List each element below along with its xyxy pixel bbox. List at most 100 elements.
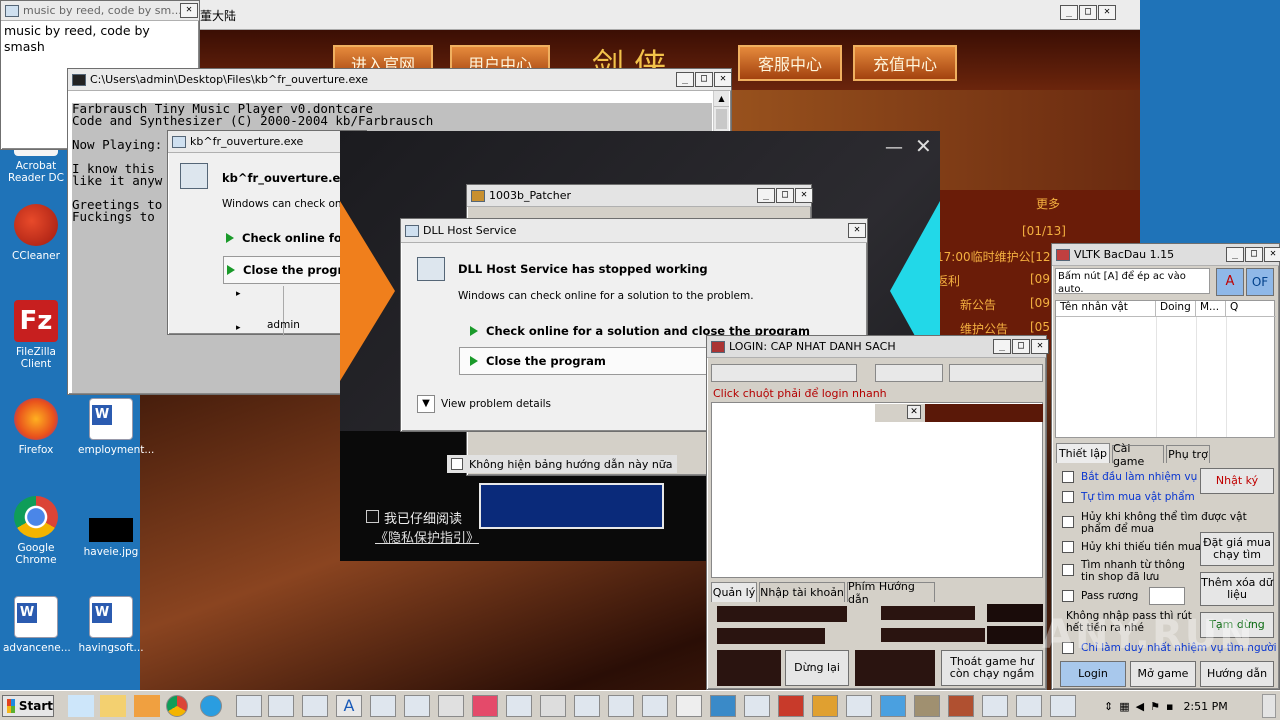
taskbar-app-icon[interactable] bbox=[302, 695, 328, 717]
desktop-icon-filezilla[interactable]: Fz FileZilla Client bbox=[3, 300, 69, 370]
nav-customer-service[interactable]: 客服中心 bbox=[738, 45, 842, 81]
scroll-thumb[interactable] bbox=[716, 109, 727, 129]
expand-chevron-icon[interactable]: ▸ bbox=[236, 323, 241, 333]
desktop-icon-havingsoft[interactable]: W havingsoft... bbox=[78, 596, 144, 654]
flag-icon[interactable]: ⚑ bbox=[1150, 700, 1160, 713]
tab-hotkey-guide[interactable]: Phím Hướng dẫn bbox=[847, 580, 935, 606]
column-header[interactable]: Q bbox=[1226, 301, 1276, 317]
taskbar-app-icon[interactable] bbox=[710, 695, 736, 717]
maximize-button[interactable]: □ bbox=[1245, 247, 1263, 262]
tab-manage[interactable]: Quản lý bbox=[711, 582, 757, 602]
taskbar-app-icon[interactable] bbox=[778, 695, 804, 717]
maximize-button[interactable]: □ bbox=[695, 72, 713, 87]
minimize-button[interactable]: _ bbox=[1060, 5, 1078, 20]
desktop-icon-ccleaner[interactable]: CCleaner bbox=[3, 204, 69, 262]
desktop-icon-advancene[interactable]: W advancene... bbox=[3, 596, 71, 654]
log-button[interactable]: Nhật ký bbox=[1200, 468, 1274, 494]
taskbar-app-icon[interactable] bbox=[982, 695, 1008, 717]
maximize-button[interactable]: □ bbox=[776, 188, 794, 203]
taskbar-app-icon[interactable] bbox=[438, 695, 464, 717]
minimize-icon[interactable]: — bbox=[885, 137, 903, 158]
maximize-button[interactable]: □ bbox=[1079, 5, 1097, 20]
clock[interactable]: 2:51 PM bbox=[1183, 700, 1227, 713]
login-field[interactable] bbox=[875, 364, 943, 382]
close-button[interactable]: ✕ bbox=[1264, 247, 1280, 262]
checkbox[interactable] bbox=[1062, 516, 1074, 528]
open-game-button[interactable]: Mở game bbox=[1130, 661, 1196, 687]
taskbar-app-icon[interactable] bbox=[914, 695, 940, 717]
nav-recharge-center[interactable]: 充值中心 bbox=[853, 45, 957, 81]
minimize-button[interactable]: _ bbox=[1226, 247, 1244, 262]
login-field[interactable] bbox=[711, 364, 857, 382]
taskbar-app-icon[interactable] bbox=[812, 695, 838, 717]
exit-game-button[interactable]: Thoát game hư còn chạy ngầm bbox=[941, 650, 1043, 686]
taskbar-app-icon[interactable] bbox=[268, 695, 294, 717]
taskbar-app-icon[interactable] bbox=[506, 695, 532, 717]
taskbar-app-icon[interactable] bbox=[472, 695, 498, 717]
edge-icon[interactable] bbox=[200, 695, 222, 717]
taskbar-app-icon[interactable] bbox=[1016, 695, 1042, 717]
minimize-button[interactable]: _ bbox=[676, 72, 694, 87]
close-button[interactable]: ✕ bbox=[795, 188, 813, 203]
login-button[interactable]: Login bbox=[1060, 661, 1126, 687]
taskbar-app-icon[interactable] bbox=[540, 695, 566, 717]
news-item[interactable]: 新公告 bbox=[960, 296, 996, 313]
scroll-up-icon[interactable]: ▲ bbox=[714, 91, 729, 107]
account-list[interactable] bbox=[711, 402, 1043, 578]
clear-data-button[interactable]: Thêm xóa dữ liệu bbox=[1200, 572, 1274, 606]
minimize-button[interactable]: _ bbox=[757, 188, 775, 203]
checkbox[interactable] bbox=[1062, 471, 1074, 483]
tab-helper[interactable]: Phụ trợ bbox=[1166, 445, 1210, 463]
close-button[interactable]: ✕ bbox=[1098, 5, 1116, 20]
minimize-button[interactable]: _ bbox=[993, 339, 1011, 354]
show-desktop-button[interactable] bbox=[1262, 694, 1276, 718]
option-pass-chest[interactable]: Pass rương bbox=[1062, 590, 1152, 602]
agree-checkbox[interactable] bbox=[366, 510, 379, 523]
stop-button[interactable]: Dừng lại bbox=[785, 650, 849, 686]
login-field[interactable] bbox=[949, 364, 1043, 382]
checkbox[interactable] bbox=[1062, 590, 1074, 602]
taskbar-app-icon[interactable] bbox=[642, 695, 668, 717]
close-icon[interactable]: ✕ bbox=[907, 405, 921, 419]
taskbar-app-icon[interactable] bbox=[404, 695, 430, 717]
a-button[interactable]: A bbox=[1216, 268, 1244, 296]
of-button[interactable]: OF bbox=[1246, 268, 1274, 296]
kb-check-online-option[interactable]: Check online for bbox=[226, 231, 347, 245]
column-header[interactable]: M... bbox=[1196, 301, 1226, 317]
desktop-icon-employment[interactable]: W employment... bbox=[78, 398, 154, 456]
checkbox[interactable] bbox=[1062, 491, 1074, 503]
tab-settings[interactable]: Thiết lập bbox=[1056, 443, 1110, 463]
option-start-quest[interactable]: Bắt đầu làm nhiệm vụ bbox=[1062, 471, 1202, 483]
column-header[interactable]: Tên nhân vật bbox=[1056, 301, 1156, 317]
taskbar-app-icon[interactable] bbox=[236, 695, 262, 717]
desktop-icon-firefox[interactable]: Firefox bbox=[3, 398, 69, 456]
patcher-checkbox-row[interactable]: Không hiện bảng hướng dẫn này nữa bbox=[447, 455, 677, 473]
explorer-icon[interactable] bbox=[100, 695, 126, 717]
option-cancel-no-money[interactable]: Hủy khi thiếu tiền mua bbox=[1062, 541, 1202, 553]
option-auto-buy[interactable]: Tự tìm mua vật phẩm bbox=[1062, 491, 1202, 503]
expand-chevron-icon[interactable]: ▸ bbox=[236, 289, 241, 299]
desktop-icon-chrome[interactable]: Google Chrome bbox=[3, 496, 69, 566]
taskbar-app-icon[interactable] bbox=[948, 695, 974, 717]
start-button[interactable]: Start bbox=[2, 695, 54, 717]
chrome-icon[interactable] bbox=[166, 695, 188, 717]
checkbox[interactable] bbox=[1062, 541, 1074, 553]
taskbar-app-icon[interactable] bbox=[608, 695, 634, 717]
option-quick-search[interactable]: Tìm nhanh từ thông tin shop đã lưu bbox=[1062, 559, 1197, 583]
close-button[interactable]: ✕ bbox=[1031, 339, 1049, 354]
volume-icon[interactable]: ◀ bbox=[1136, 700, 1144, 713]
guide-button[interactable]: Hướng dẫn bbox=[1200, 661, 1274, 687]
checkbox[interactable] bbox=[1062, 564, 1074, 576]
close-button[interactable]: ✕ bbox=[848, 223, 866, 238]
taskbar-app-icon[interactable] bbox=[574, 695, 600, 717]
usb-icon[interactable]: ▪ bbox=[1166, 700, 1173, 713]
taskbar-app-icon[interactable] bbox=[676, 695, 702, 717]
taskbar-app-icon[interactable] bbox=[880, 695, 906, 717]
column-header[interactable]: Doing bbox=[1156, 301, 1196, 317]
taskbar-app-icon[interactable] bbox=[1050, 695, 1076, 717]
taskbar-app-icon[interactable] bbox=[846, 695, 872, 717]
taskbar-app-icon[interactable] bbox=[744, 695, 770, 717]
desktop-icon-haveie[interactable]: haveie.jpg bbox=[78, 496, 144, 558]
close-icon[interactable]: ✕ bbox=[915, 134, 932, 158]
ie-icon[interactable] bbox=[68, 695, 94, 717]
